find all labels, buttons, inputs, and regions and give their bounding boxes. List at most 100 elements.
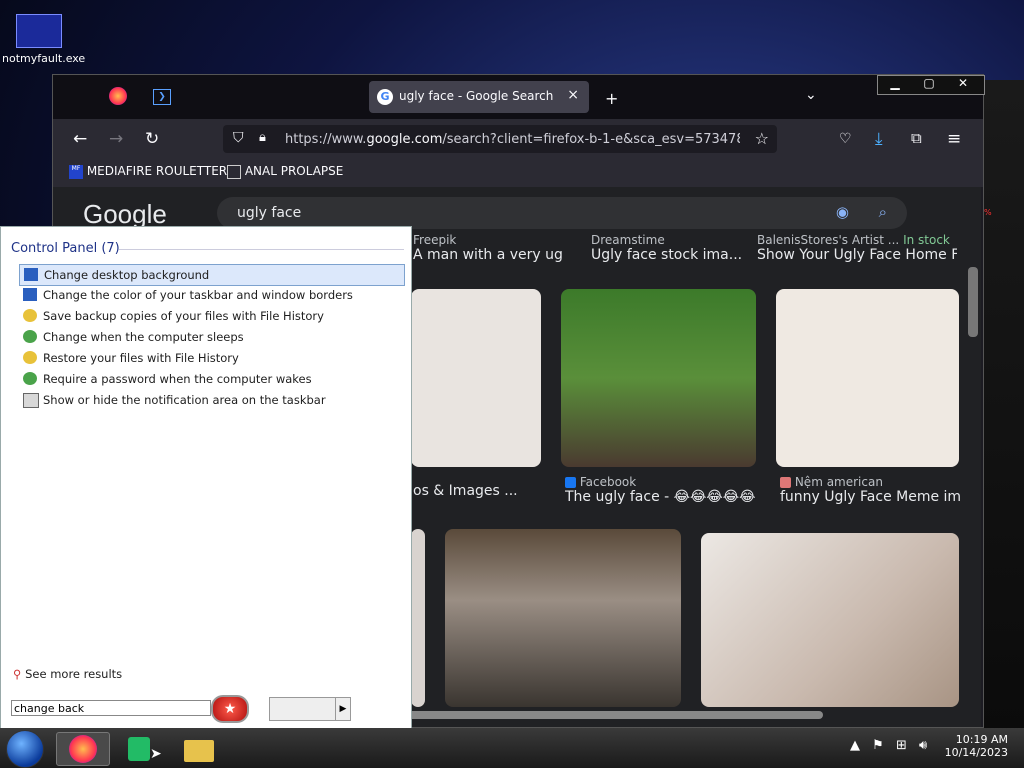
desktop-icon-label: notmyfault.exe [2,52,86,65]
list-tabs-icon[interactable]: ⌄ [805,87,817,103]
vertical-scrollbar[interactable] [965,187,981,727]
result-title: funny Ugly Face Meme im... [780,489,960,505]
clear-search-button[interactable]: ★ [211,695,249,723]
cp-item-taskbar-color[interactable]: Change the color of your taskbar and win… [19,285,403,305]
display-icon [23,288,37,301]
shield-icon[interactable]: ⛉ [233,130,244,146]
start-search-input[interactable] [11,700,211,716]
reload-icon[interactable]: ↻ [145,129,159,149]
result-image[interactable] [561,289,756,467]
lens-camera-icon[interactable]: ◉ [836,203,849,221]
cp-item-label: Change when the computer sleeps [43,330,244,344]
result-title: Ugly face stock ima... [591,247,743,263]
stock-badge: In stock [903,233,950,247]
extensions-icon[interactable]: ⧉ [911,129,922,147]
close-button[interactable]: ✕ [946,76,980,90]
divider [119,249,404,250]
result-card[interactable]: Nệm american funny Ugly Face Meme im... [780,475,960,505]
result-image[interactable] [776,289,959,467]
result-source: Facebook [565,475,760,489]
shutdown-button[interactable]: ▶ [269,697,351,721]
new-tab-button[interactable]: + [605,89,618,108]
bookmark-mediafire[interactable]: MF MEDIAFIRE ROULETTER [69,164,227,179]
taskbar-firefox[interactable] [56,732,110,766]
search-icon[interactable]: ⌕ [879,203,887,221]
power-options-icon [23,330,37,343]
site-favicon-icon [780,477,791,488]
network-icon[interactable]: ⊞ [896,738,907,753]
bookmarks-toolbar: MF MEDIAFIRE ROULETTER ANAL PROLAPSE [53,159,983,187]
mouse-cursor-icon: ➤ [150,746,162,762]
mediafire-favicon-icon: MF [69,164,83,179]
pocket-icon[interactable]: ♡ [839,131,852,147]
download-icon[interactable]: ⤓ [875,129,883,149]
result-image[interactable] [445,529,681,707]
action-center-flag-icon[interactable]: ⚑ [872,738,884,753]
cp-item-restore-files[interactable]: Restore your files with File History [19,348,403,368]
horizontal-scrollbar[interactable] [403,711,823,719]
clock-date: 10/14/2023 [944,746,1008,759]
taskbar: ➤ ▲ ⚑ ⊞ 🔊︎ 10:19 AM 10/14/2023 [0,728,1024,768]
back-arrow-icon[interactable]: ← [73,129,87,149]
taskbar-icon [23,393,39,408]
desktop-icon-notmyfault[interactable]: notmyfault.exe [2,14,85,65]
taskbar-explorer[interactable] [176,732,228,764]
control-panel-heading[interactable]: Control Panel (7) [11,241,120,256]
notes-app-icon [128,737,150,761]
result-image[interactable] [411,529,425,707]
maximize-button[interactable]: ▢ [912,76,946,90]
result-card[interactable]: Facebook The ugly face - 😂😂😂😂😂 |... [565,475,760,505]
navigation-toolbar: ← → ↻ ⛉ 🔒︎ https://www.google.com/search… [53,119,983,159]
tab-close-icon[interactable]: × [567,87,579,103]
star-icon: ★ [223,701,237,717]
search-query: ugly face [237,205,302,221]
lock-icon[interactable]: 🔒︎ [259,130,266,145]
google-search-box[interactable]: ugly face ◉ ⌕ [217,197,907,229]
cp-item-desktop-background[interactable]: Change desktop background [19,264,405,286]
tab-bar: ❯ G ugly face - Google Search × + ⌄ ▁ ▢ ✕ [53,75,985,119]
tab-google-search[interactable]: G ugly face - Google Search × [369,81,589,113]
result-title: A man with a very ugl... [413,247,563,263]
cp-item-file-history-backup[interactable]: Save backup copies of your files with Fi… [19,306,403,326]
see-more-label: See more results [25,667,123,681]
start-orb-button[interactable] [6,730,44,768]
bookmark-second[interactable]: ANAL PROLAPSE [227,164,343,179]
minimize-button[interactable]: ▁ [878,76,912,90]
tab-title: ugly face - Google Search [399,89,554,103]
result-image[interactable] [701,533,959,707]
desktop-decoration: % [980,80,1024,730]
see-more-results-link[interactable]: ⚲ See more results [13,667,122,681]
taskbar-notepad[interactable]: ➤ [120,732,172,764]
cp-item-label: Show or hide the notification area on th… [43,393,326,407]
result-card[interactable]: os & Images ... [413,483,553,499]
scrollbar-thumb[interactable] [968,267,978,337]
window-controls: ▁ ▢ ✕ [877,75,985,95]
cp-item-label: Change desktop background [44,268,210,282]
firefox-icon[interactable] [109,87,127,105]
menu-icon[interactable]: ≡ [947,129,961,149]
clock-time: 10:19 AM [955,733,1008,746]
shutdown-options-arrow-icon[interactable]: ▶ [335,698,350,720]
result-card[interactable]: Freepik A man with a very ugl... [413,233,563,263]
firefox-icon [69,735,97,763]
start-menu: Control Panel (7) Change desktop backgro… [0,226,412,730]
volume-icon[interactable]: 🔊︎ [919,738,927,753]
cp-item-notification-area[interactable]: Show or hide the notification area on th… [19,390,403,410]
powershell-icon[interactable]: ❯ [153,89,171,105]
forward-arrow-icon[interactable]: → [109,129,123,149]
result-card[interactable]: Dreamstime Ugly face stock ima... [591,233,751,263]
system-tray: ▲ ⚑ ⊞ 🔊︎ [850,738,927,753]
cp-item-password-wake[interactable]: Require a password when the computer wak… [19,369,403,389]
show-hidden-icons-arrow-icon[interactable]: ▲ [850,738,860,753]
bookmark-label: ANAL PROLAPSE [244,164,344,178]
bookmark-star-icon[interactable]: ☆ [755,129,769,148]
cp-item-label: Restore your files with File History [43,351,239,365]
url-bar[interactable]: ⛉ 🔒︎ https://www.google.com/search?clien… [223,125,777,153]
search-results-icon: ⚲ [13,667,22,681]
folder-icon [184,740,214,762]
cp-item-sleep[interactable]: Change when the computer sleeps [19,327,403,347]
clock[interactable]: 10:19 AM 10/14/2023 [940,733,1008,759]
result-image[interactable] [411,289,541,467]
result-card[interactable]: BalenisStores's Artist ... In stock Show… [757,233,957,263]
result-source: BalenisStores's Artist ... In stock [757,233,950,247]
